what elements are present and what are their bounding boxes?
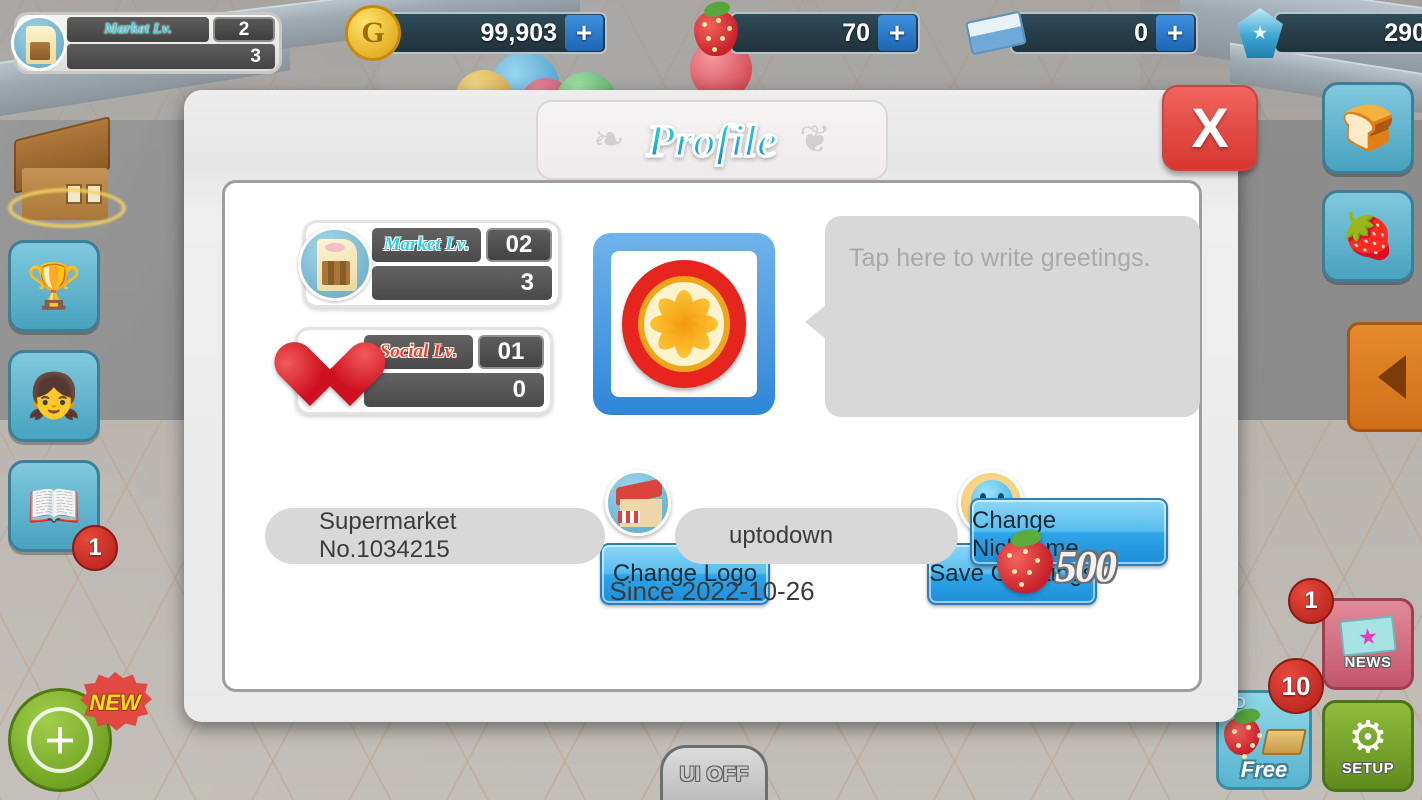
social-level-progress: 0: [364, 373, 544, 407]
flourish-right-icon: ❦: [799, 119, 831, 161]
hud-market-level[interactable]: Market Lv. 2 3: [11, 12, 282, 74]
gem-icon: [1232, 5, 1288, 61]
store-id-row: Supermarket No.1034215: [265, 470, 671, 569]
social-level-value: 01: [478, 335, 544, 369]
catalog-badge: 1: [72, 525, 118, 571]
hud-market-level-value: 2: [213, 17, 275, 42]
hud-currency-strawberry[interactable]: 70 +: [688, 10, 920, 56]
market-level-progress: 3: [372, 266, 552, 300]
character-icon: 👧: [26, 372, 82, 421]
hud-strawberry-value: 70: [842, 18, 870, 47]
hud-gem-value: 290: [1384, 18, 1422, 47]
hud-ticket-add-button[interactable]: +: [1156, 15, 1194, 51]
hud-gold-add-button[interactable]: +: [565, 15, 603, 51]
close-button[interactable]: X: [1162, 85, 1258, 171]
shopping-bag-icon: [11, 15, 67, 71]
profile-dialog: ❧ Profile ❦ X Market Lv. 02 3 Social Lv.…: [184, 85, 1258, 722]
gear-icon: ⚙: [1348, 712, 1388, 762]
free-label: Free: [1240, 757, 1288, 782]
dialog-title-plate: ❧ Profile ❦: [536, 100, 888, 180]
hud-gold-value: 99,903: [480, 18, 557, 47]
hud-currency-gem[interactable]: 290: [1232, 8, 1422, 58]
hud-ticket-value: 0: [1134, 18, 1148, 47]
hud-strawberry-add-button[interactable]: +: [878, 15, 916, 51]
new-badge-label: NEW: [89, 690, 141, 715]
bread-icon: 🍞: [1340, 104, 1396, 153]
catalog-book-icon: 📖: [26, 482, 82, 531]
hud-currency-ticket[interactable]: 0 +: [965, 10, 1198, 56]
trophy-icon: 🏆: [26, 262, 82, 311]
setup-button[interactable]: ⚙ SETUP: [1322, 700, 1414, 792]
store-logo[interactable]: [593, 233, 775, 415]
gingerbread-house-icon[interactable]: [8, 116, 128, 230]
greetings-input[interactable]: Tap here to write greetings.: [805, 216, 1200, 417]
market-level-value: 02: [486, 228, 552, 262]
since-date: Since 2022-10-26: [609, 576, 815, 606]
ui-off-button[interactable]: UI OFF: [660, 745, 768, 800]
game-screen: Market Lv. 2 3 G 99,903 + 70 + 0 + 290: [0, 0, 1422, 800]
sidebar-item-bread[interactable]: 🍞: [1322, 82, 1414, 174]
dialog-content: Market Lv. 02 3 Social Lv. 01 0 Tap here…: [222, 180, 1202, 692]
sidebar-item-character[interactable]: 👧: [8, 350, 100, 442]
strawberry-icon: [1224, 717, 1260, 755]
social-level-card: Social Lv. 01 0: [295, 327, 553, 415]
setup-label: SETUP: [1341, 759, 1395, 777]
ui-off-label: UI OFF: [679, 762, 749, 786]
hud-market-progress: 3: [67, 44, 275, 69]
collapse-panel-button[interactable]: [1347, 322, 1422, 432]
greetings-placeholder: Tap here to write greetings.: [849, 244, 1151, 272]
close-icon: X: [1191, 96, 1229, 159]
hud-currency-gold[interactable]: G 99,903 +: [345, 5, 607, 61]
news-badge: 1: [1288, 578, 1334, 624]
arrow-left-icon: [1378, 355, 1406, 399]
flourish-left-icon: ❧: [593, 119, 625, 161]
gold-coin-icon: G: [345, 5, 401, 61]
hud-market-label: Market Lv.: [67, 17, 209, 42]
free-badge: 10: [1268, 658, 1324, 714]
store-icon: [605, 470, 671, 536]
heart-icon: [290, 334, 364, 408]
market-level-card: Market Lv. 02 3: [298, 220, 561, 308]
store-id-value: Supermarket No.1034215: [265, 508, 605, 564]
market-level-label: Market Lv.: [372, 228, 481, 262]
ticket-icon: [965, 5, 1027, 61]
orange-slice-logo: [622, 260, 746, 388]
news-label: NEWS: [1344, 653, 1392, 671]
strawberry-girl-icon: 🍓: [1340, 212, 1396, 261]
shopping-bag-icon: [298, 227, 372, 301]
sidebar-item-trophy[interactable]: 🏆: [8, 240, 100, 332]
sidebar-item-strawberry-girl[interactable]: 🍓: [1322, 190, 1414, 282]
envelope-icon: [1339, 614, 1397, 657]
nickname-value: uptodown: [675, 508, 958, 564]
strawberry-icon: [688, 5, 744, 61]
plus-icon: +: [27, 707, 93, 773]
page-title: Profile: [645, 113, 778, 167]
news-button[interactable]: NEWS: [1322, 598, 1414, 690]
bread-icon: [1261, 729, 1307, 755]
